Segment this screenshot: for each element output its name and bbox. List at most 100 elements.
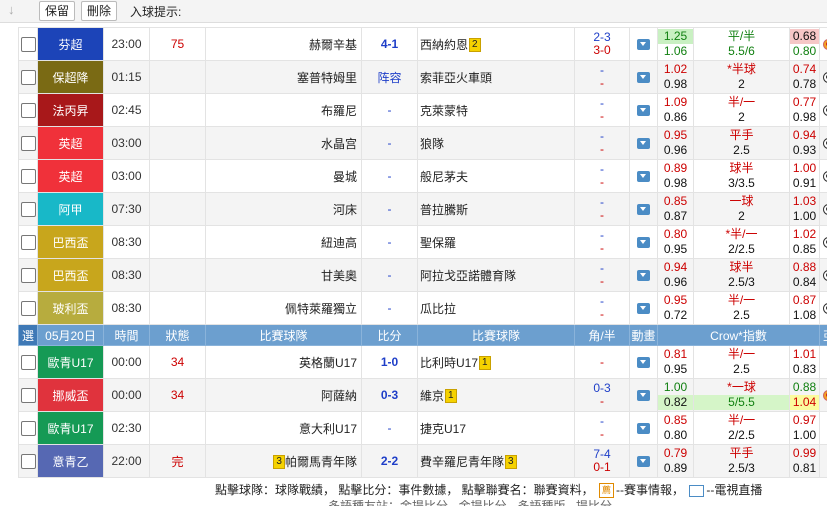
- away-team[interactable]: 捷克U17: [418, 412, 575, 445]
- handicap-cell[interactable]: 球半3/3.5: [694, 160, 790, 193]
- live-ball-icon[interactable]: [823, 39, 827, 50]
- match-score[interactable]: 1-0: [362, 346, 418, 379]
- match-score[interactable]: -: [362, 94, 418, 127]
- odds-over-cell[interactable]: 0.740.78: [790, 61, 820, 94]
- row-checkbox[interactable]: [21, 235, 36, 250]
- match-score[interactable]: -: [362, 193, 418, 226]
- odds-over-cell[interactable]: 1.020.85: [790, 226, 820, 259]
- row-checkbox[interactable]: [21, 388, 36, 403]
- away-team[interactable]: 西納約恩2: [418, 28, 575, 61]
- league-cell[interactable]: 巴西盃: [38, 259, 104, 292]
- row-checkbox[interactable]: [21, 202, 36, 217]
- away-team[interactable]: 維京1: [418, 379, 575, 412]
- animation-dropdown-icon[interactable]: [637, 204, 650, 215]
- live-ball-icon[interactable]: [823, 390, 827, 401]
- odds-over-cell[interactable]: 0.990.81: [790, 445, 820, 478]
- match-score[interactable]: -: [362, 226, 418, 259]
- handicap-cell[interactable]: 半/一2/2.5: [694, 412, 790, 445]
- away-team-name[interactable]: 普拉騰斯: [420, 203, 468, 217]
- home-team[interactable]: 阿薩納: [206, 379, 362, 412]
- ball-icon[interactable]: [823, 204, 827, 215]
- animation-dropdown-icon[interactable]: [637, 270, 650, 281]
- home-team-name[interactable]: 赫爾辛基: [309, 38, 357, 52]
- home-team[interactable]: 意大利U17: [206, 412, 362, 445]
- home-team[interactable]: 水晶宫: [206, 127, 362, 160]
- footer-links[interactable]: 多語種友站：金提比分 · 金提比分 · 多語種版 · 提比分: [328, 500, 612, 506]
- home-team[interactable]: 3帕爾馬青年隊: [206, 445, 362, 478]
- handicap-cell[interactable]: 半/一2.5: [694, 346, 790, 379]
- odds-1x2-cell[interactable]: 1.020.98: [658, 61, 694, 94]
- league-cell[interactable]: 歐青U17: [38, 346, 104, 379]
- handicap-cell[interactable]: 一球2: [694, 193, 790, 226]
- handicap-cell[interactable]: 半/一2: [694, 94, 790, 127]
- away-team[interactable]: 普拉騰斯: [418, 193, 575, 226]
- odds-1x2-cell[interactable]: 0.950.72: [658, 292, 694, 325]
- animation-dropdown-icon[interactable]: [637, 39, 650, 50]
- league-cell[interactable]: 巴西盃: [38, 226, 104, 259]
- away-team-name[interactable]: 狼隊: [420, 137, 444, 151]
- away-team-name[interactable]: 般尼茅夫: [420, 170, 468, 184]
- away-team[interactable]: 般尼茅夫: [418, 160, 575, 193]
- league-cell[interactable]: 英超: [38, 160, 104, 193]
- ball-icon[interactable]: [823, 237, 827, 248]
- home-team-name[interactable]: 紐迪高: [321, 236, 357, 250]
- league-cell[interactable]: 挪威盃: [38, 379, 104, 412]
- row-checkbox[interactable]: [21, 355, 36, 370]
- match-score[interactable]: 4-1: [362, 28, 418, 61]
- row-checkbox[interactable]: [21, 421, 36, 436]
- league-cell[interactable]: 英超: [38, 127, 104, 160]
- match-score[interactable]: -: [362, 412, 418, 445]
- away-team[interactable]: 索菲亞火車頭: [418, 61, 575, 94]
- odds-over-cell[interactable]: 0.971.00: [790, 412, 820, 445]
- odds-over-cell[interactable]: 1.031.00: [790, 193, 820, 226]
- league-cell[interactable]: 法丙昇: [38, 94, 104, 127]
- home-team[interactable]: 塞普特姆里: [206, 61, 362, 94]
- home-team-name[interactable]: 水晶宫: [321, 137, 357, 151]
- handicap-cell[interactable]: *半球2: [694, 61, 790, 94]
- match-score[interactable]: -: [362, 292, 418, 325]
- away-team[interactable]: 阿拉戈亞諾體育隊: [418, 259, 575, 292]
- odds-over-cell[interactable]: 0.881.04: [790, 379, 820, 412]
- away-team[interactable]: 費辛羅尼青年隊3: [418, 445, 575, 478]
- row-checkbox[interactable]: [21, 454, 36, 469]
- odds-1x2-cell[interactable]: 1.000.82: [658, 379, 694, 412]
- ball-icon[interactable]: [823, 171, 827, 182]
- animation-dropdown-icon[interactable]: [637, 72, 650, 83]
- home-team-name[interactable]: 塞普特姆里: [297, 71, 357, 85]
- match-score[interactable]: -: [362, 127, 418, 160]
- home-team-name[interactable]: 帕爾馬青年隊: [285, 455, 357, 469]
- handicap-cell[interactable]: 半/一2.5: [694, 292, 790, 325]
- animation-dropdown-icon[interactable]: [637, 423, 650, 434]
- league-cell[interactable]: 保超降: [38, 61, 104, 94]
- handicap-cell[interactable]: 平手2.5: [694, 127, 790, 160]
- home-team[interactable]: 赫爾辛基: [206, 28, 362, 61]
- odds-1x2-cell[interactable]: 0.790.89: [658, 445, 694, 478]
- row-checkbox[interactable]: [21, 301, 36, 316]
- ball-icon[interactable]: [823, 138, 827, 149]
- away-team-name[interactable]: 捷克U17: [420, 422, 466, 436]
- odds-1x2-cell[interactable]: 0.810.95: [658, 346, 694, 379]
- match-score[interactable]: 阵容: [362, 61, 418, 94]
- league-cell[interactable]: 意青乙: [38, 445, 104, 478]
- away-team[interactable]: 瓜比拉: [418, 292, 575, 325]
- odds-1x2-cell[interactable]: 0.850.80: [658, 412, 694, 445]
- away-team[interactable]: 聖保羅: [418, 226, 575, 259]
- away-team-name[interactable]: 索菲亞火車頭: [420, 71, 492, 85]
- home-team[interactable]: 布羅尼: [206, 94, 362, 127]
- away-team-name[interactable]: 西納約恩: [420, 38, 468, 52]
- home-team-name[interactable]: 河床: [333, 203, 357, 217]
- odds-over-cell[interactable]: 1.010.83: [790, 346, 820, 379]
- odds-1x2-cell[interactable]: 0.800.95: [658, 226, 694, 259]
- home-team-name[interactable]: 阿薩納: [321, 389, 357, 403]
- row-checkbox[interactable]: [21, 70, 36, 85]
- odds-over-cell[interactable]: 0.770.98: [790, 94, 820, 127]
- away-team[interactable]: 比利時U171: [418, 346, 575, 379]
- home-team[interactable]: 甘美奧: [206, 259, 362, 292]
- match-score[interactable]: -: [362, 160, 418, 193]
- home-team[interactable]: 曼城: [206, 160, 362, 193]
- row-checkbox[interactable]: [21, 136, 36, 151]
- league-cell[interactable]: 芬超: [38, 28, 104, 61]
- odds-over-cell[interactable]: 0.880.84: [790, 259, 820, 292]
- handicap-cell[interactable]: 平/半5.5/6: [694, 28, 790, 61]
- away-team-name[interactable]: 克萊蒙特: [420, 104, 468, 118]
